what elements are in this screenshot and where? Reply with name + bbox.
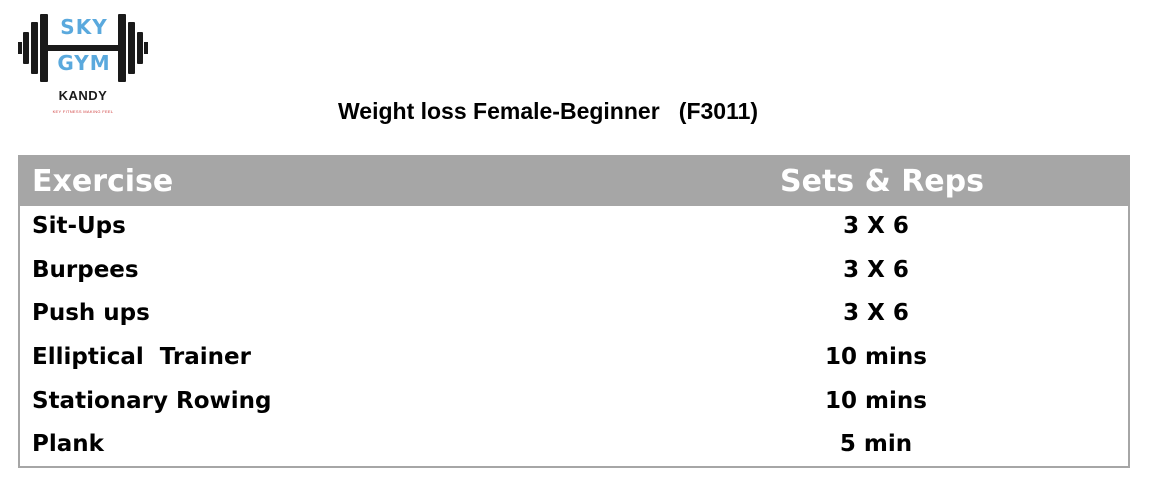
table-row: Push ups 3 X 6 — [20, 293, 1128, 337]
sets-reps-cell: 5 min — [839, 431, 913, 458]
exercise-cell: Stationary Rowing — [32, 387, 272, 414]
gym-logo: SKY GYM KANDY KEY FITNESS MAKING FEEL — [18, 12, 148, 122]
table-row: Sit-Ups 3 X 6 — [20, 206, 1128, 250]
table-row: Stationary Rowing 10 mins — [20, 381, 1128, 425]
logo-word-gym: GYM — [57, 51, 111, 75]
exercise-cell: Push ups — [32, 300, 150, 327]
page-title: Weight loss Female-Beginner (F3011) — [338, 98, 759, 124]
table-row: Plank 5 min — [20, 424, 1128, 468]
column-header-sets-reps: Sets & Reps — [780, 164, 984, 199]
exercise-cell: Sit-Ups — [32, 213, 126, 239]
column-header-exercise: Exercise — [32, 164, 174, 199]
table-row: Burpees 3 X 6 — [20, 250, 1128, 294]
exercise-cell: Burpees — [32, 256, 139, 283]
table-header: Exercise Sets & Reps — [20, 157, 1128, 206]
sets-reps-cell: 10 mins — [825, 344, 927, 371]
sets-reps-cell: 10 mins — [825, 387, 927, 414]
table-row: Elliptical Trainer 10 mins — [20, 337, 1128, 381]
sets-reps-cell: 3 X 6 — [843, 213, 909, 239]
exercise-cell: Plank — [32, 431, 104, 458]
sets-reps-cell: 3 X 6 — [843, 300, 909, 327]
logo-tagline: KEY FITNESS MAKING FEEL — [52, 109, 114, 114]
exercise-cell: Elliptical Trainer — [32, 344, 251, 371]
logo-city: KANDY — [58, 88, 108, 103]
logo-word-sky: SKY — [60, 15, 108, 39]
sets-reps-cell: 3 X 6 — [843, 256, 909, 283]
workout-table: Exercise Sets & Reps Sit-Ups 3 X 6 Burpe… — [18, 155, 1130, 468]
